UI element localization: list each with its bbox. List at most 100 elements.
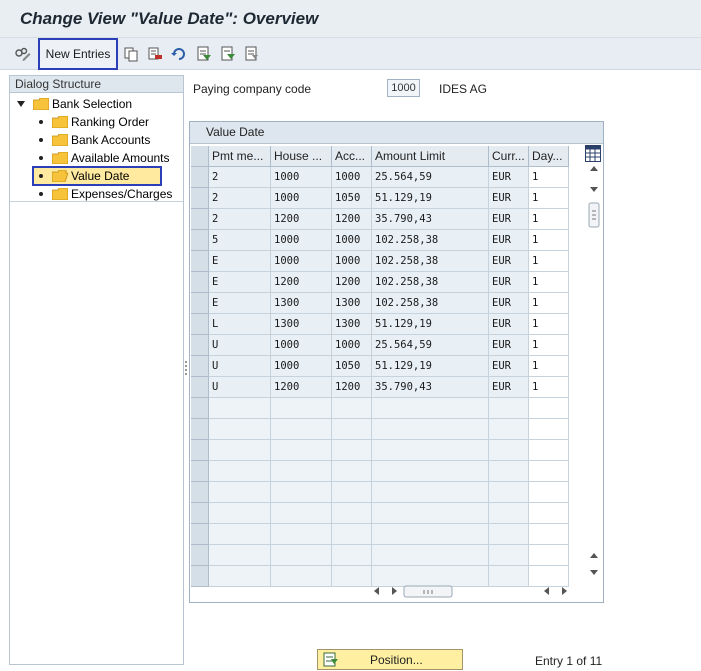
- table-cell[interactable]: EUR: [489, 335, 529, 356]
- horizontal-scrollbar[interactable]: [373, 583, 568, 599]
- empty-cell[interactable]: [271, 566, 332, 587]
- table-cell[interactable]: 102.258,38: [372, 251, 489, 272]
- row-selector[interactable]: [191, 335, 209, 356]
- table-row[interactable]: U 1000 1050 51.129,19 EUR 1: [191, 356, 569, 377]
- table-cell[interactable]: 1000: [271, 251, 332, 272]
- row-selector[interactable]: [191, 398, 209, 419]
- empty-cell[interactable]: [271, 398, 332, 419]
- table-cell[interactable]: EUR: [489, 356, 529, 377]
- empty-cell[interactable]: [372, 461, 489, 482]
- position-button[interactable]: Position...: [317, 649, 463, 670]
- row-selector[interactable]: [191, 419, 209, 440]
- empty-cell[interactable]: [372, 524, 489, 545]
- table-row[interactable]: L 1300 1300 51.129,19 EUR 1: [191, 314, 569, 335]
- table-cell[interactable]: 102.258,38: [372, 272, 489, 293]
- empty-cell[interactable]: [529, 461, 569, 482]
- table-row[interactable]: E 1300 1300 102.258,38 EUR 1: [191, 293, 569, 314]
- table-cell[interactable]: 1: [529, 314, 569, 335]
- table-row[interactable]: U 1200 1200 35.790,43 EUR 1: [191, 377, 569, 398]
- display-change-icon[interactable]: [14, 43, 32, 65]
- new-entries-button[interactable]: New Entries: [38, 38, 118, 70]
- row-selector[interactable]: [191, 209, 209, 230]
- empty-table-row[interactable]: [191, 482, 569, 503]
- empty-cell[interactable]: [271, 482, 332, 503]
- table-cell[interactable]: EUR: [489, 251, 529, 272]
- table-cell[interactable]: 2: [209, 209, 271, 230]
- empty-cell[interactable]: [271, 545, 332, 566]
- row-selector[interactable]: [191, 230, 209, 251]
- column-header[interactable]: Pmt me...: [209, 146, 271, 167]
- table-cell[interactable]: U: [209, 335, 271, 356]
- empty-cell[interactable]: [489, 524, 529, 545]
- empty-cell[interactable]: [372, 545, 489, 566]
- empty-cell[interactable]: [209, 398, 271, 419]
- empty-cell[interactable]: [209, 482, 271, 503]
- table-cell[interactable]: 25.564,59: [372, 167, 489, 188]
- empty-table-row[interactable]: [191, 440, 569, 461]
- empty-cell[interactable]: [271, 419, 332, 440]
- table-cell[interactable]: 1200: [271, 377, 332, 398]
- table-cell[interactable]: 1: [529, 230, 569, 251]
- table-cell[interactable]: 35.790,43: [372, 377, 489, 398]
- table-cell[interactable]: EUR: [489, 293, 529, 314]
- row-selector[interactable]: [191, 356, 209, 377]
- table-cell[interactable]: 1: [529, 272, 569, 293]
- row-selector[interactable]: [191, 314, 209, 335]
- table-cell[interactable]: 1200: [271, 272, 332, 293]
- table-cell[interactable]: 1200: [332, 272, 372, 293]
- tree-node-bank-selection[interactable]: Bank Selection: [17, 95, 132, 113]
- table-cell[interactable]: EUR: [489, 167, 529, 188]
- table-cell[interactable]: E: [209, 293, 271, 314]
- table-cell[interactable]: 2: [209, 188, 271, 209]
- empty-cell[interactable]: [489, 503, 529, 524]
- column-settings-icon[interactable]: [585, 145, 601, 162]
- row-selector[interactable]: [191, 566, 209, 587]
- empty-cell[interactable]: [332, 398, 372, 419]
- table-cell[interactable]: 1000: [332, 230, 372, 251]
- tree-node-available-amounts[interactable]: Available Amounts: [52, 149, 170, 167]
- table-cell[interactable]: EUR: [489, 209, 529, 230]
- empty-cell[interactable]: [372, 440, 489, 461]
- table-row[interactable]: 2 1000 1050 51.129,19 EUR 1: [191, 188, 569, 209]
- table-cell[interactable]: 1000: [271, 356, 332, 377]
- empty-cell[interactable]: [332, 566, 372, 587]
- table-cell[interactable]: 1: [529, 335, 569, 356]
- table-cell[interactable]: 1000: [271, 335, 332, 356]
- tree-node-value-date[interactable]: Value Date: [52, 167, 129, 185]
- table-cell[interactable]: E: [209, 272, 271, 293]
- table-row[interactable]: 2 1000 1000 25.564,59 EUR 1: [191, 167, 569, 188]
- select-all-corner[interactable]: [191, 146, 209, 167]
- empty-cell[interactable]: [209, 440, 271, 461]
- empty-cell[interactable]: [529, 482, 569, 503]
- empty-cell[interactable]: [332, 440, 372, 461]
- empty-cell[interactable]: [529, 419, 569, 440]
- table-cell[interactable]: 1: [529, 209, 569, 230]
- row-selector[interactable]: [191, 503, 209, 524]
- empty-cell[interactable]: [332, 461, 372, 482]
- column-header[interactable]: Day...: [529, 146, 569, 167]
- table-cell[interactable]: 51.129,19: [372, 356, 489, 377]
- delete-icon[interactable]: [146, 43, 164, 65]
- empty-cell[interactable]: [209, 461, 271, 482]
- table-cell[interactable]: 1200: [332, 377, 372, 398]
- empty-cell[interactable]: [372, 482, 489, 503]
- table-cell[interactable]: 2: [209, 167, 271, 188]
- table-cell[interactable]: 1: [529, 251, 569, 272]
- empty-cell[interactable]: [332, 482, 372, 503]
- empty-cell[interactable]: [271, 440, 332, 461]
- copy-as-icon[interactable]: [122, 43, 140, 65]
- table-cell[interactable]: 1: [529, 167, 569, 188]
- empty-cell[interactable]: [372, 398, 489, 419]
- empty-cell[interactable]: [529, 440, 569, 461]
- empty-cell[interactable]: [529, 524, 569, 545]
- table-cell[interactable]: 1300: [332, 293, 372, 314]
- tree-node-bank-accounts[interactable]: Bank Accounts: [52, 131, 150, 149]
- table-cell[interactable]: 51.129,19: [372, 188, 489, 209]
- table-row[interactable]: E 1000 1000 102.258,38 EUR 1: [191, 251, 569, 272]
- empty-cell[interactable]: [489, 398, 529, 419]
- row-selector[interactable]: [191, 272, 209, 293]
- row-selector[interactable]: [191, 461, 209, 482]
- row-selector[interactable]: [191, 293, 209, 314]
- table-cell[interactable]: 25.564,59: [372, 335, 489, 356]
- table-cell[interactable]: EUR: [489, 230, 529, 251]
